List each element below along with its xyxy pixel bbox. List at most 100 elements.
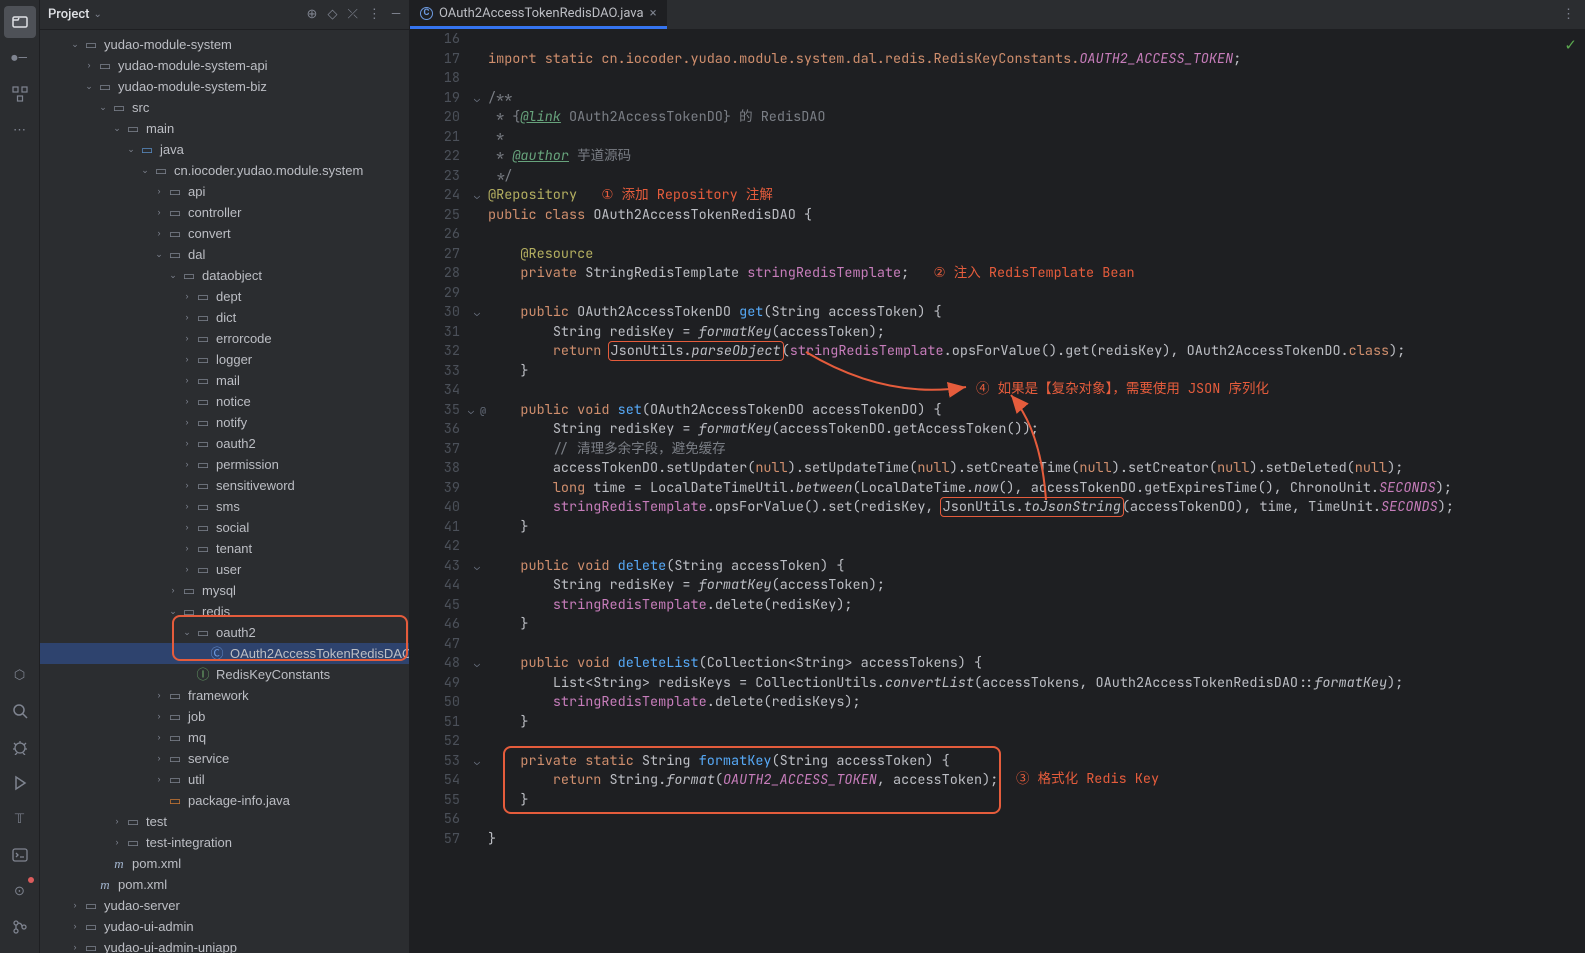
build-icon[interactable]: 𝕋 [4, 803, 36, 835]
fold-gutter[interactable]: ⌄ ⌄ ⌄ ⌄ @ ⌄ ⌄ ⌄ [468, 30, 486, 953]
expand-toggle[interactable]: › [180, 391, 194, 412]
tree-item[interactable]: sms [216, 496, 240, 517]
tree-item[interactable]: util [188, 769, 205, 790]
expand-toggle[interactable]: › [180, 307, 194, 328]
tree-item[interactable]: yudao-ui-admin [104, 916, 194, 937]
expand-toggle[interactable]: › [110, 811, 124, 832]
expand-toggle[interactable]: ⌄ [124, 139, 138, 160]
tree-item[interactable]: sensitiveword [216, 475, 295, 496]
project-tool-icon[interactable] [4, 6, 36, 38]
tree-item[interactable]: oauth2 [216, 622, 256, 643]
tree-item-selected[interactable]: OAuth2AccessTokenRedisDAO [230, 643, 409, 664]
settings-icon[interactable]: ⋮ [368, 7, 381, 22]
tree-item[interactable]: yudao-module-system-api [118, 55, 268, 76]
terminal-icon[interactable] [4, 839, 36, 871]
more-tool-icon[interactable]: ⋯ [4, 114, 36, 146]
tree-item[interactable]: notice [216, 391, 251, 412]
search-icon[interactable] [4, 695, 36, 727]
expand-toggle[interactable]: › [180, 496, 194, 517]
tree-item[interactable]: api [188, 181, 205, 202]
expand-toggle[interactable]: › [180, 370, 194, 391]
tree-item[interactable]: user [216, 559, 241, 580]
expand-toggle[interactable]: › [180, 517, 194, 538]
expand-toggle[interactable]: › [110, 832, 124, 853]
editor-menu-icon[interactable]: ⋮ [1562, 0, 1585, 29]
tree-item[interactable]: notify [216, 412, 247, 433]
expand-toggle[interactable]: › [180, 559, 194, 580]
expand-toggle[interactable]: ⌄ [138, 160, 152, 181]
tree-item[interactable]: pom.xml [118, 874, 167, 895]
expand-toggle[interactable]: › [68, 916, 82, 937]
tree-item[interactable]: test-integration [146, 832, 232, 853]
tree-item[interactable]: mysql [202, 580, 236, 601]
expand-toggle[interactable]: › [180, 433, 194, 454]
code-editor[interactable]: 16 17 18 19 20 21 22 23 24 25 26 27 28 2… [410, 30, 1585, 953]
expand-toggle[interactable]: › [180, 475, 194, 496]
expand-toggle[interactable]: › [180, 349, 194, 370]
expand-toggle[interactable]: ⌄ [68, 34, 82, 55]
code-area[interactable]: import static cn.iocoder.yudao.module.sy… [486, 30, 1585, 953]
expand-toggle[interactable]: ⌄ [166, 601, 180, 622]
tree-item[interactable]: dept [216, 286, 241, 307]
expand-toggle[interactable]: › [152, 706, 166, 727]
tree-item[interactable]: java [160, 139, 184, 160]
close-tab-icon[interactable]: × [650, 6, 657, 21]
tree-item[interactable]: controller [188, 202, 241, 223]
tree-item[interactable]: dict [216, 307, 236, 328]
expand-toggle[interactable]: › [68, 937, 82, 953]
tree-item[interactable]: yudao-server [104, 895, 180, 916]
expand-toggle[interactable]: › [180, 286, 194, 307]
expand-toggle[interactable]: › [180, 454, 194, 475]
tree-item[interactable]: service [188, 748, 229, 769]
tree-item[interactable]: permission [216, 454, 279, 475]
expand-toggle[interactable]: ⌄ [82, 76, 96, 97]
expand-toggle[interactable]: › [82, 55, 96, 76]
expand-toggle[interactable]: › [152, 727, 166, 748]
tree-item[interactable]: yudao-module-system-biz [118, 76, 267, 97]
tree-item[interactable]: job [188, 706, 205, 727]
editor-tab[interactable]: C OAuth2AccessTokenRedisDAO.java × [410, 0, 667, 29]
commit-tool-icon[interactable]: ⏺— [4, 42, 36, 74]
expand-toggle[interactable]: › [180, 538, 194, 559]
problems-icon[interactable]: ⊙ [4, 875, 36, 907]
tree-item[interactable]: yudao-ui-admin-uniapp [104, 937, 237, 953]
tree-item[interactable]: oauth2 [216, 433, 256, 454]
tree-item[interactable]: cn.iocoder.yudao.module.system [174, 160, 363, 181]
tree-item[interactable]: dal [188, 244, 205, 265]
gear-bottom-icon[interactable]: ⬡ [4, 659, 36, 691]
tree-item[interactable]: convert [188, 223, 231, 244]
select-file-icon[interactable]: ⊕ [307, 7, 318, 22]
expand-toggle[interactable]: ⌄ [166, 265, 180, 286]
expand-toggle[interactable]: ⌄ [110, 118, 124, 139]
collapse-icon[interactable]: ⤫ [347, 7, 357, 22]
expand-toggle[interactable]: › [152, 748, 166, 769]
expand-toggle[interactable]: › [152, 685, 166, 706]
tree-item[interactable]: social [216, 517, 249, 538]
run-icon[interactable] [4, 767, 36, 799]
tree-item[interactable]: mq [188, 727, 206, 748]
expand-toggle[interactable]: › [180, 412, 194, 433]
tree-item[interactable]: main [146, 118, 174, 139]
tree-item[interactable]: framework [188, 685, 249, 706]
tree-item[interactable]: package-info.java [188, 790, 290, 811]
chevron-down-icon[interactable]: ⌄ [93, 9, 101, 20]
expand-toggle[interactable]: › [180, 328, 194, 349]
expand-toggle[interactable]: ⌄ [152, 244, 166, 265]
expand-icon[interactable]: ◇ [327, 7, 337, 22]
expand-toggle[interactable]: › [152, 181, 166, 202]
tree-item[interactable]: RedisKeyConstants [216, 664, 330, 685]
tree-item[interactable]: tenant [216, 538, 252, 559]
vcs-icon[interactable] [4, 911, 36, 943]
tree-item[interactable]: pom.xml [132, 853, 181, 874]
expand-toggle[interactable]: › [68, 895, 82, 916]
expand-toggle[interactable]: › [152, 223, 166, 244]
tree-item[interactable]: mail [216, 370, 240, 391]
tree-item[interactable]: dataobject [202, 265, 262, 286]
tree-item[interactable]: redis [202, 601, 230, 622]
expand-toggle[interactable]: › [152, 769, 166, 790]
structure-tool-icon[interactable] [4, 78, 36, 110]
expand-toggle[interactable]: ⌄ [96, 97, 110, 118]
expand-toggle[interactable]: ⌄ [180, 622, 194, 643]
tree-item[interactable]: yudao-module-system [104, 34, 232, 55]
tree-item[interactable]: src [132, 97, 149, 118]
